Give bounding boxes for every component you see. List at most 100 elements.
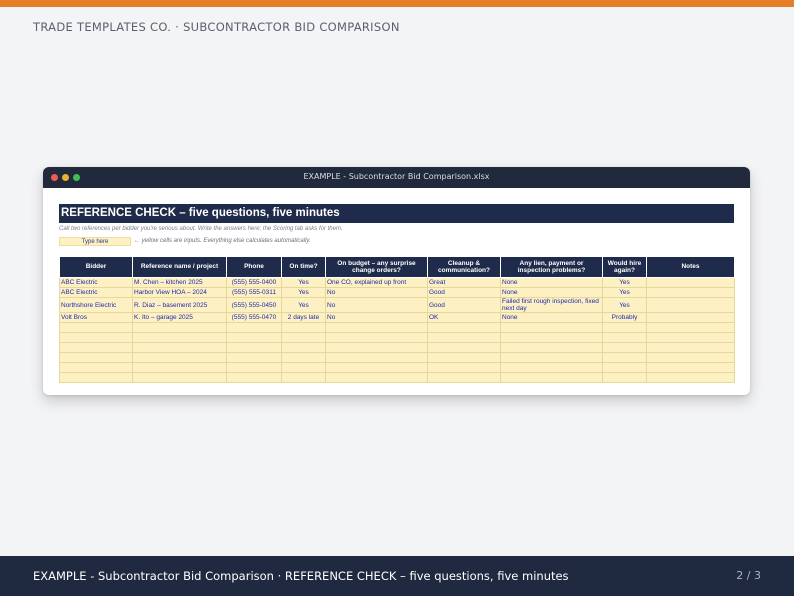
input-cell[interactable]	[427, 342, 501, 353]
input-cell[interactable]	[646, 322, 735, 333]
input-cell[interactable]	[226, 352, 282, 363]
input-cell[interactable]	[59, 352, 133, 363]
input-cell[interactable]: Good	[427, 297, 501, 313]
input-cell[interactable]	[646, 342, 735, 353]
input-cell[interactable]	[646, 312, 735, 323]
column-header[interactable]: Any lien, payment or inspection problems…	[500, 256, 603, 278]
input-cell[interactable]	[281, 332, 326, 343]
column-header[interactable]: Cleanup & communication?	[427, 256, 501, 278]
input-cell[interactable]: Northshore Electric	[59, 297, 133, 313]
input-cell[interactable]	[427, 332, 501, 343]
input-cell[interactable]	[646, 297, 735, 313]
input-cell[interactable]: Good	[427, 287, 501, 298]
input-cell[interactable]: Yes	[602, 297, 647, 313]
input-cell[interactable]	[226, 332, 282, 343]
input-cell[interactable]	[325, 322, 428, 333]
input-cell[interactable]: (555) 555-0311	[226, 287, 282, 298]
input-cell[interactable]	[500, 322, 603, 333]
input-cell[interactable]	[500, 332, 603, 343]
column-header[interactable]: Notes	[646, 256, 735, 278]
input-cell[interactable]	[59, 372, 133, 383]
input-cell[interactable]	[646, 372, 735, 383]
input-cell[interactable]	[646, 287, 735, 298]
input-cell[interactable]: No	[325, 312, 428, 323]
input-cell[interactable]: Harbor View HOA – 2024	[132, 287, 227, 298]
input-cell[interactable]	[132, 342, 227, 353]
input-cell[interactable]	[132, 372, 227, 383]
input-cell[interactable]: ABC Electric	[59, 287, 133, 298]
input-cell[interactable]: Yes	[281, 277, 326, 288]
input-cell[interactable]	[602, 322, 647, 333]
input-cell[interactable]: Failed first rough inspection, fixed nex…	[500, 297, 603, 313]
input-cell[interactable]: R. Diaz – basement 2025	[132, 297, 227, 313]
input-cell[interactable]	[602, 372, 647, 383]
input-cell[interactable]	[325, 362, 428, 373]
input-cell-sample[interactable]: Type here	[59, 236, 131, 246]
input-cell[interactable]	[226, 322, 282, 333]
input-cell[interactable]: OK	[427, 312, 501, 323]
input-cell[interactable]: None	[500, 277, 603, 288]
input-cell[interactable]	[325, 352, 428, 363]
input-cell[interactable]	[602, 352, 647, 363]
input-cell[interactable]	[281, 352, 326, 363]
input-cell[interactable]: Great	[427, 277, 501, 288]
input-cell[interactable]: (555) 555-0400	[226, 277, 282, 288]
input-cell[interactable]	[281, 322, 326, 333]
input-cell[interactable]	[500, 342, 603, 353]
input-cell[interactable]	[646, 332, 735, 343]
input-cell[interactable]: 2 days late	[281, 312, 326, 323]
input-cell[interactable]: No	[325, 287, 428, 298]
input-cell[interactable]: Yes	[602, 277, 647, 288]
input-cell[interactable]: Yes	[281, 287, 326, 298]
column-header[interactable]: Would hire again?	[602, 256, 647, 278]
input-cell[interactable]	[59, 322, 133, 333]
input-cell[interactable]: Yes	[281, 297, 326, 313]
input-cell[interactable]	[646, 352, 735, 363]
input-cell[interactable]: K. Ito – garage 2025	[132, 312, 227, 323]
input-cell[interactable]	[132, 352, 227, 363]
input-cell[interactable]	[325, 332, 428, 343]
input-cell[interactable]: Yes	[602, 287, 647, 298]
input-cell[interactable]	[325, 342, 428, 353]
input-cell[interactable]	[281, 342, 326, 353]
input-cell[interactable]	[602, 362, 647, 373]
input-cell[interactable]	[427, 352, 501, 363]
input-cell[interactable]: (555) 555-0470	[226, 312, 282, 323]
input-cell[interactable]	[325, 372, 428, 383]
input-cell[interactable]	[427, 362, 501, 373]
input-cell[interactable]	[226, 362, 282, 373]
input-cell[interactable]	[500, 352, 603, 363]
input-cell[interactable]	[132, 362, 227, 373]
input-cell[interactable]	[226, 372, 282, 383]
input-cell[interactable]	[602, 332, 647, 343]
column-header[interactable]: Reference name / project	[132, 256, 227, 278]
input-cell[interactable]	[646, 277, 735, 288]
input-cell[interactable]	[281, 362, 326, 373]
input-cell[interactable]	[500, 372, 603, 383]
column-header[interactable]: On budget – any surprise change orders?	[325, 256, 428, 278]
input-cell[interactable]: One CO, explained up front	[325, 277, 428, 288]
column-header[interactable]: On time?	[281, 256, 326, 278]
input-cell[interactable]: None	[500, 287, 603, 298]
input-cell[interactable]: None	[500, 312, 603, 323]
input-cell[interactable]	[132, 332, 227, 343]
column-header[interactable]: Phone	[226, 256, 282, 278]
input-cell[interactable]	[59, 332, 133, 343]
input-cell[interactable]: (555) 555-0450	[226, 297, 282, 313]
input-cell[interactable]	[602, 342, 647, 353]
input-cell[interactable]	[59, 362, 133, 373]
input-cell[interactable]	[427, 372, 501, 383]
input-cell[interactable]	[59, 342, 133, 353]
input-cell[interactable]	[427, 322, 501, 333]
input-cell[interactable]: ABC Electric	[59, 277, 133, 288]
input-cell[interactable]	[500, 362, 603, 373]
input-cell[interactable]	[226, 342, 282, 353]
input-cell[interactable]: Volt Bros	[59, 312, 133, 323]
input-cell[interactable]: Probably	[602, 312, 647, 323]
input-cell[interactable]: M. Chen – kitchen 2025	[132, 277, 227, 288]
input-cell[interactable]	[281, 372, 326, 383]
column-header[interactable]: Bidder	[59, 256, 133, 278]
input-cell[interactable]: No	[325, 297, 428, 313]
input-cell[interactable]	[132, 322, 227, 333]
input-cell[interactable]	[646, 362, 735, 373]
